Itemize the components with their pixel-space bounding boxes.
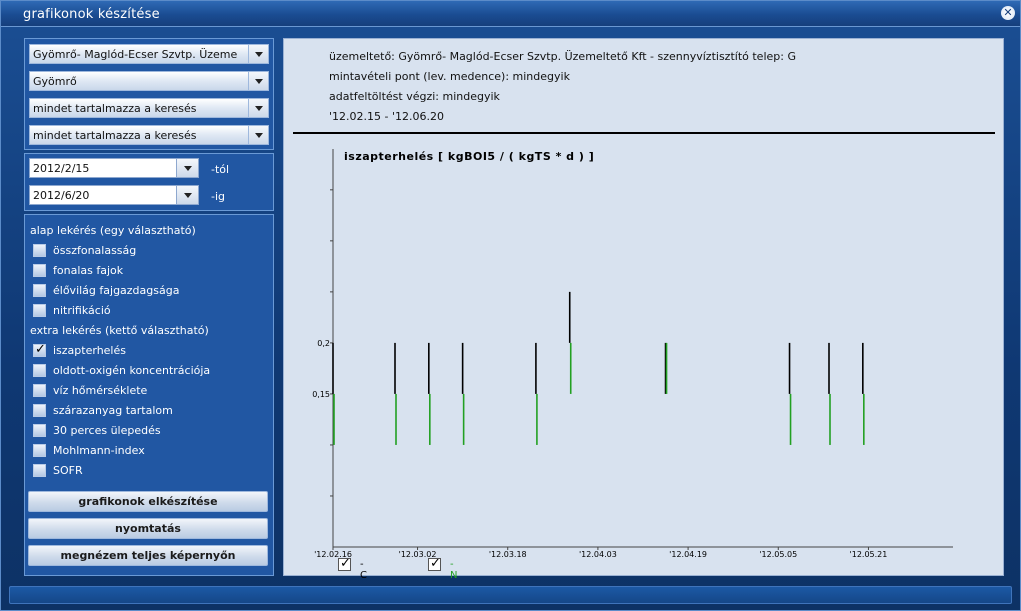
legend-checkbox-n[interactable] (428, 556, 441, 571)
x-tick-label: '12.05.21 (850, 550, 888, 559)
checkbox[interactable] (33, 304, 46, 317)
date-from-picker-button[interactable] (176, 159, 198, 177)
window-title: grafikonok készítése (23, 7, 160, 22)
fullscreen-button[interactable]: megnézem teljes képernyőn (28, 545, 268, 566)
checkbox[interactable] (33, 444, 46, 457)
legend-checkbox-c[interactable] (338, 556, 351, 571)
date-to-value: 2012/6/20 (33, 189, 90, 202)
date-to-picker-button[interactable] (176, 186, 198, 204)
chevron-down-icon (255, 52, 263, 57)
sampling-point-select[interactable]: mindet tartalmazza a keresés (29, 98, 269, 118)
option-label: Mohlmann-index (53, 444, 145, 457)
chevron-down-icon (184, 166, 192, 171)
extra-query-label: extra lekérés (kettő választható) (30, 324, 209, 337)
option-label: szárazanyag tartalom (53, 404, 173, 417)
chart-canvas: 0,20,15'12.02.16'12.03.02'12.03.18'12.04… (312, 149, 953, 559)
option-label: iszapterhelés (53, 344, 126, 357)
option-label: élővilág fajgazdagsága (53, 284, 180, 297)
legend-label-c: - C (360, 559, 367, 581)
location-select-value: Gyömrő (33, 75, 77, 88)
sampling-point-dropdown-button[interactable] (248, 99, 268, 117)
checkbox[interactable] (33, 464, 46, 477)
checkbox[interactable] (33, 364, 46, 377)
close-icon[interactable]: ✕ (1001, 6, 1015, 20)
checkbox[interactable] (33, 284, 46, 297)
option-label: SOFR (53, 464, 83, 477)
date-panel: 2012/2/15 -tól 2012/6/20 -ig (24, 153, 274, 211)
x-tick-label: '12.04.03 (579, 550, 617, 559)
status-bar (9, 586, 1012, 604)
checkbox-checked[interactable] (33, 342, 46, 357)
option-label: víz hőmérséklete (53, 384, 148, 397)
chevron-down-icon (184, 193, 192, 198)
option-label: fonalas fajok (53, 264, 124, 277)
operator-dropdown-button[interactable] (248, 45, 268, 63)
checkbox[interactable] (33, 424, 46, 437)
chevron-down-icon (255, 79, 263, 84)
y-tick-label: 0,2 (317, 339, 330, 348)
option-label: oldott-oxigén koncentrációja (53, 364, 211, 377)
y-tick-label: 0,15 (312, 390, 330, 399)
location-dropdown-button[interactable] (248, 72, 268, 90)
option-label: nitrifikáció (53, 304, 111, 317)
chevron-down-icon (255, 106, 263, 111)
chevron-down-icon (255, 133, 263, 138)
title-bar[interactable]: grafikonok készítése ✕ (1, 1, 1020, 27)
print-button[interactable]: nyomtatás (28, 518, 268, 539)
date-to-label: -ig (211, 190, 226, 203)
app-window: grafikonok készítése ✕ Gyömrő- Maglód-Ec… (0, 0, 1021, 611)
x-tick-label: '12.04.19 (669, 550, 707, 559)
x-tick-label: '12.03.18 (489, 550, 527, 559)
operator-select[interactable]: Gyömrő- Maglód-Ecser Szvtp. Üzeme (29, 44, 269, 64)
checkbox[interactable] (33, 404, 46, 417)
date-from-label: -tól (211, 163, 230, 176)
date-to-input[interactable]: 2012/6/20 (29, 185, 199, 205)
make-charts-button[interactable]: grafikonok elkészítése (28, 491, 268, 512)
query-options-panel: alap lekérés (egy választható) összfonal… (24, 214, 274, 576)
filter-panel: Gyömrő- Maglód-Ecser Szvtp. Üzeme Gyömrő… (24, 38, 274, 150)
date-from-value: 2012/2/15 (33, 162, 90, 175)
x-tick-label: '12.05.05 (759, 550, 797, 559)
operator-select-value: Gyömrő- Maglód-Ecser Szvtp. Üzeme (33, 48, 238, 61)
legend-label-n: - N (450, 559, 458, 581)
option-label: összfonalasság (53, 244, 137, 257)
uploader-dropdown-button[interactable] (248, 126, 268, 144)
basic-query-label: alap lekérés (egy választható) (30, 224, 196, 237)
checkbox[interactable] (33, 384, 46, 397)
option-label: 30 perces ülepedés (53, 424, 161, 437)
chart-panel: üzemeltető: Gyömrő- Maglód-Ecser Szvtp. … (283, 38, 1004, 581)
sampling-point-select-value: mindet tartalmazza a keresés (33, 102, 197, 115)
checkbox[interactable] (33, 244, 46, 257)
location-select[interactable]: Gyömrő (29, 71, 269, 91)
checkbox[interactable] (33, 264, 46, 277)
uploader-select-value: mindet tartalmazza a keresés (33, 129, 197, 142)
date-from-input[interactable]: 2012/2/15 (29, 158, 199, 178)
chart-title: iszapterhelés [ kgBOI5 / ( kgTS * d ) ] (344, 150, 595, 163)
uploader-select[interactable]: mindet tartalmazza a keresés (29, 125, 269, 145)
